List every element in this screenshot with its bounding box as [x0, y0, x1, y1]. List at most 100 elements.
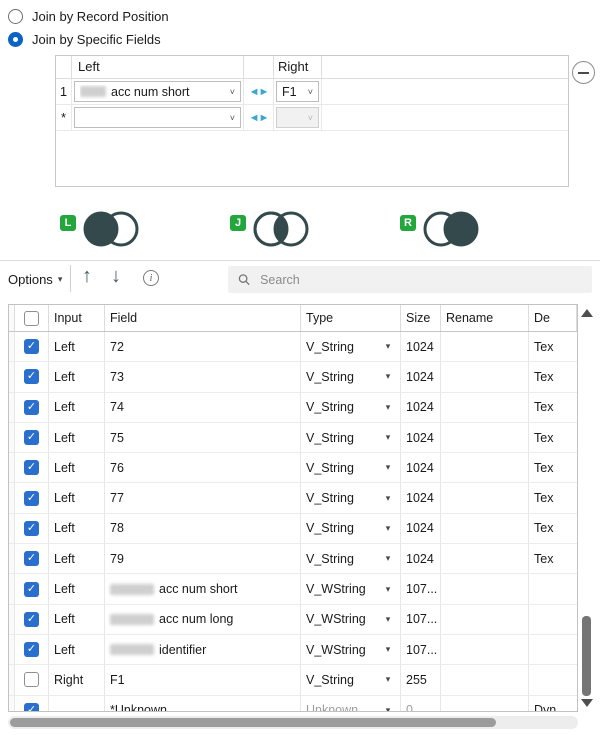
type-value: V_WString: [306, 642, 366, 657]
description-cell: Tex: [534, 551, 554, 566]
rename-cell: [441, 665, 529, 695]
field-name: 75: [110, 430, 124, 445]
vertical-scrollbar-thumb[interactable]: [582, 616, 591, 696]
right-field-dropdown[interactable]: F1 ˅: [276, 81, 319, 102]
type-value: V_WString: [306, 612, 366, 627]
remove-join-row-button[interactable]: [572, 61, 595, 84]
field-cell: F1: [105, 665, 301, 695]
move-down-button[interactable]: ↓: [111, 261, 121, 291]
row-checkbox[interactable]: ✓: [24, 460, 39, 476]
column-header-description: De: [529, 305, 577, 331]
table-row: ✓ Left acc num long V_WString ▾ 107...: [9, 604, 577, 635]
search-input[interactable]: [258, 271, 582, 288]
input-cell: Left: [49, 362, 105, 392]
field-name: 72: [110, 339, 124, 354]
type-dropdown-arrow[interactable]: ▾: [381, 341, 395, 352]
type-dropdown-arrow[interactable]: ▾: [381, 674, 395, 685]
rename-cell: [441, 574, 529, 604]
chevron-down-icon: ▾: [57, 273, 63, 284]
radio-join-by-specific-fields[interactable]: Join by Specific Fields: [8, 29, 161, 49]
type-dropdown-arrow[interactable]: ▾: [381, 644, 395, 655]
type-cell: V_String ▾: [301, 392, 401, 422]
type-dropdown-arrow[interactable]: ▾: [381, 614, 395, 625]
redacted-text: [80, 86, 106, 97]
checkbox-cell: ✓: [15, 634, 49, 665]
field-cell: 79: [105, 544, 301, 574]
radio-label: Join by Record Position: [32, 8, 169, 24]
search-box[interactable]: [228, 266, 592, 293]
description-cell: Tex: [534, 400, 554, 415]
chevron-down-icon: ˅: [229, 86, 235, 97]
join-row-1: 1 acc num short ˅ ◄► F1 ˅: [56, 79, 568, 105]
column-header-type: Type: [301, 305, 401, 331]
radio-icon-selected[interactable]: [8, 31, 23, 47]
scroll-up-arrow[interactable]: [581, 309, 593, 317]
row-checkbox[interactable]: ✓: [24, 520, 39, 536]
description-cell: Tex: [534, 339, 554, 354]
rename-cell: [441, 362, 529, 392]
type-dropdown-arrow[interactable]: ▾: [381, 584, 395, 595]
scroll-down-arrow[interactable]: [581, 699, 593, 707]
left-join-venn: L: [60, 206, 170, 256]
table-row: ✓ *Unknown Unknown ▾ 0 Dyn: [9, 695, 577, 711]
join-table-header: Left Right: [56, 56, 568, 79]
swap-arrows-icon: ◄►: [248, 85, 270, 98]
type-dropdown-arrow[interactable]: ▾: [381, 705, 395, 711]
input-cell: Left: [49, 634, 105, 665]
type-dropdown-arrow[interactable]: ▾: [381, 462, 395, 473]
row-checkbox[interactable]: ✓: [24, 551, 39, 567]
input-cell: [49, 695, 105, 711]
type-value: V_WString: [306, 582, 366, 597]
radio-icon[interactable]: [8, 8, 23, 24]
right-field-dropdown-disabled: ˅: [276, 107, 319, 128]
venn-left-join-icon: [83, 211, 139, 247]
join-row-number: 1: [56, 79, 72, 104]
table-row: ✓ Left 76 V_String ▾ 1024 Tex: [9, 453, 577, 484]
options-dropdown-button[interactable]: Options ▾: [8, 267, 62, 291]
row-checkbox[interactable]: ✓: [24, 490, 39, 506]
field-name: acc num short: [159, 582, 238, 597]
input-cell: Left: [49, 392, 105, 422]
type-dropdown-arrow[interactable]: ▾: [381, 402, 395, 413]
field-cell: identifier: [105, 634, 301, 665]
rename-cell: [441, 695, 529, 711]
rename-cell: [441, 634, 529, 665]
type-dropdown-arrow[interactable]: ▾: [381, 371, 395, 382]
join-fields-table: Left Right 1 acc num short ˅ ◄► F1 ˅ * ˅…: [55, 55, 569, 187]
info-icon[interactable]: i: [143, 270, 159, 286]
type-value: V_String: [306, 672, 354, 687]
row-checkbox[interactable]: ✓: [24, 430, 39, 446]
field-cell: 72: [105, 332, 301, 362]
left-field-dropdown-empty[interactable]: ˅: [74, 107, 241, 128]
row-checkbox[interactable]: ✓: [24, 581, 39, 597]
size-cell: 1024: [401, 332, 441, 362]
row-checkbox[interactable]: ✓: [24, 642, 39, 658]
input-cell: Left: [49, 332, 105, 362]
type-cell: V_String ▾: [301, 665, 401, 695]
row-checkbox[interactable]: [24, 672, 39, 688]
type-dropdown-arrow[interactable]: ▾: [381, 523, 395, 534]
move-up-button[interactable]: ↑: [82, 261, 92, 291]
type-dropdown-arrow[interactable]: ▾: [381, 493, 395, 504]
left-field-dropdown[interactable]: acc num short ˅: [74, 81, 241, 102]
left-output-anchor-icon: L: [60, 215, 76, 231]
field-cell: 77: [105, 483, 301, 513]
input-cell: Left: [49, 422, 105, 453]
row-checkbox[interactable]: ✓: [24, 702, 39, 711]
rename-cell: [441, 513, 529, 544]
row-checkbox[interactable]: ✓: [24, 611, 39, 627]
toolbar-separator: [70, 265, 71, 292]
type-dropdown-arrow[interactable]: ▾: [381, 553, 395, 564]
chevron-down-icon: ˅: [307, 86, 313, 97]
type-cell: V_String ▾: [301, 362, 401, 392]
row-checkbox[interactable]: ✓: [24, 399, 39, 415]
type-value: V_String: [306, 369, 354, 384]
select-all-checkbox[interactable]: [24, 310, 39, 326]
join-output-anchor-icon: J: [230, 215, 246, 231]
row-checkbox[interactable]: ✓: [24, 339, 39, 355]
type-cell: V_WString ▾: [301, 634, 401, 665]
type-dropdown-arrow[interactable]: ▾: [381, 432, 395, 443]
horizontal-scrollbar-thumb[interactable]: [10, 718, 496, 727]
radio-join-by-record-position[interactable]: Join by Record Position: [8, 6, 169, 26]
row-checkbox[interactable]: ✓: [24, 369, 39, 385]
